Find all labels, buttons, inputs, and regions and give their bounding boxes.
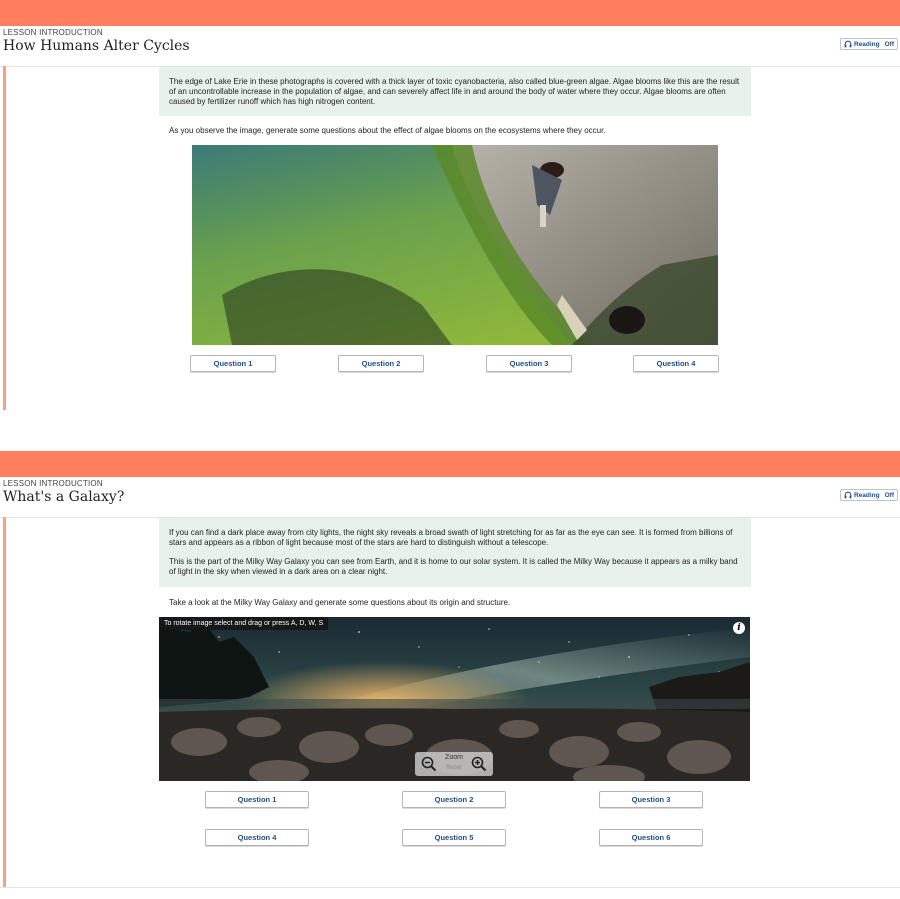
reading-toggle-1[interactable]: Reading Off: [839, 38, 898, 50]
info-icon[interactable]: i: [733, 622, 745, 634]
lesson-2-bottom-divider: [0, 887, 900, 888]
lesson-2-left-accent: [3, 517, 6, 887]
headphones-icon: [844, 491, 852, 499]
lesson-1-prompt: As you observe the image, generate some …: [169, 126, 606, 135]
algae-bloom-photo-art: [192, 145, 718, 345]
zoom-in-icon[interactable]: [471, 756, 487, 772]
lesson-2-question-2-button[interactable]: Question 2: [402, 791, 506, 808]
headphones-icon: [844, 40, 852, 48]
reading-state: Off: [884, 491, 894, 499]
reading-toggle-2[interactable]: Reading Off: [839, 489, 898, 501]
lesson-2-header: LESSON INTRODUCTION What's a Galaxy? Rea…: [0, 477, 900, 518]
lesson-1-callout: The edge of Lake Erie in these photograp…: [159, 67, 751, 116]
reading-label: Reading: [853, 40, 880, 48]
lesson-1-question-1-button[interactable]: Question 1: [190, 355, 276, 372]
lesson-1-top-bar: [0, 0, 900, 26]
lesson-1-question-3-button[interactable]: Question 3: [486, 355, 572, 372]
lesson-2-title: What's a Galaxy?: [3, 489, 125, 505]
lesson-1-question-2-button[interactable]: Question 2: [338, 355, 424, 372]
lesson-2-callout-p1: If you can find a dark place away from c…: [169, 528, 733, 547]
reading-state: Off: [884, 40, 894, 48]
lesson-1-left-accent: [3, 66, 6, 410]
lesson-2-question-5-button[interactable]: Question 5: [402, 829, 506, 846]
rotate-image-hint: To rotate image select and drag or press…: [159, 617, 329, 630]
lesson-2-callout: If you can find a dark place away from c…: [159, 518, 751, 587]
lesson-2-top-bar: [0, 451, 900, 477]
lesson-2-question-4-button[interactable]: Question 4: [205, 829, 309, 846]
lesson-2-question-3-button[interactable]: Question 3: [599, 791, 703, 808]
lesson-2-question-1-button[interactable]: Question 1: [205, 791, 309, 808]
algae-bloom-photo: [192, 145, 718, 345]
lesson-1-title: How Humans Alter Cycles: [3, 38, 190, 54]
lesson-1-question-4-button[interactable]: Question 4: [633, 355, 719, 372]
zoom-control: Zoom Reset: [415, 752, 493, 776]
lesson-2-prompt: Take a look at the Milky Way Galaxy and …: [169, 598, 511, 607]
milky-way-panorama[interactable]: To rotate image select and drag or press…: [159, 617, 750, 781]
reading-label: Reading: [853, 491, 880, 499]
lesson-2-kicker: LESSON INTRODUCTION: [3, 479, 103, 488]
lesson-1-header: LESSON INTRODUCTION How Humans Alter Cyc…: [0, 26, 900, 67]
lesson-2-question-6-button[interactable]: Question 6: [599, 829, 703, 846]
lesson-1-kicker: LESSON INTRODUCTION: [3, 28, 103, 37]
lesson-2-callout-p2: This is the part of the Milky Way Galaxy…: [169, 557, 738, 576]
lesson-1-callout-text: The edge of Lake Erie in these photograp…: [169, 77, 740, 106]
